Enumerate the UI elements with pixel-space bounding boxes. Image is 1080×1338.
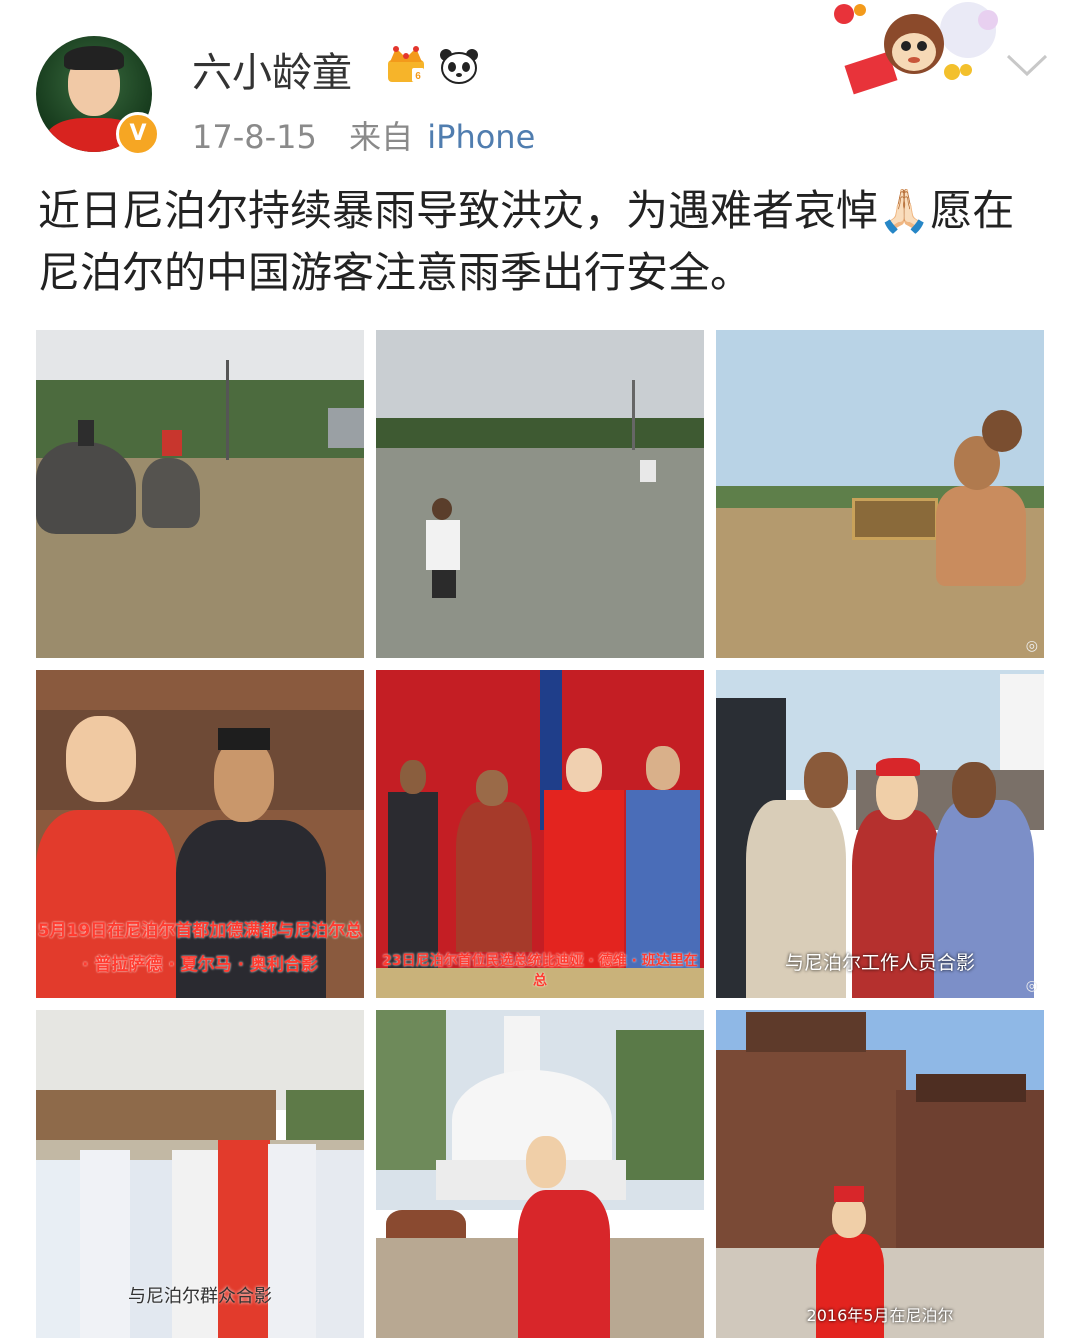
cap — [834, 1186, 864, 1202]
trees — [286, 1090, 364, 1140]
utility-pole — [226, 360, 229, 460]
utility-pole — [632, 380, 635, 450]
person-suit — [388, 792, 438, 968]
panda-icon[interactable] — [438, 46, 480, 86]
avatar-hair — [64, 46, 124, 70]
photo-2[interactable] — [376, 330, 704, 658]
photo-8[interactable] — [376, 1010, 704, 1338]
stupa-spire — [504, 1016, 540, 1076]
red-suit — [544, 790, 624, 968]
post-meta: 17-8-15 来自 iPhone — [192, 112, 535, 158]
chevron-down-icon[interactable] — [1004, 50, 1050, 80]
face — [832, 1196, 866, 1238]
face — [400, 760, 426, 794]
face — [214, 738, 274, 822]
monkey-decoration-icon — [834, 2, 998, 95]
crown-icon[interactable]: 6 — [384, 44, 428, 86]
photo-1[interactable] — [36, 330, 364, 658]
photo-caption: 23日尼泊尔首位民选总统比迪娅 · 德维 · 班达里在总 — [382, 953, 698, 989]
photo-caption: 5月19日在尼泊尔首都加德满都与尼泊尔总 — [37, 921, 363, 941]
face — [66, 716, 136, 802]
wooden-frame — [852, 498, 938, 540]
photo-grid: ◎ 5月19日在尼泊尔首都加德满都与尼泊尔总 · 普拉萨德 · 夏尔马 · 奥利… — [36, 330, 1044, 1338]
tree — [376, 1010, 446, 1170]
man-torso — [936, 486, 1026, 586]
person-red — [218, 1140, 270, 1338]
photo-5[interactable]: 23日尼泊尔首位民选总统比迪娅 · 德维 · 班达里在总 — [376, 670, 704, 998]
elephant — [36, 442, 136, 534]
username[interactable]: 六小龄童 — [192, 40, 352, 98]
face — [804, 752, 848, 808]
rider — [78, 420, 94, 446]
photo-caption: 2016年5月在尼泊尔 — [806, 1306, 954, 1325]
dhaka-topi-cap — [218, 728, 270, 750]
person-shirt — [426, 520, 460, 570]
blue-suit — [626, 790, 700, 968]
person-red — [518, 1190, 610, 1338]
photo-3[interactable]: ◎ — [716, 330, 1044, 658]
photo-sky — [376, 330, 704, 430]
person — [130, 1160, 176, 1338]
weibo-watermark: ◎ — [1025, 638, 1038, 654]
photo-4[interactable]: 5月19日在尼泊尔首都加德满都与尼泊尔总 · 普拉萨德 · 夏尔马 · 奥利合影 — [36, 670, 364, 998]
elephant — [142, 458, 200, 528]
verified-badge-icon: V — [116, 112, 160, 156]
temple — [716, 1050, 906, 1260]
person — [80, 1150, 130, 1338]
post-text: 近日尼泊尔持续暴雨导致洪灾，为遇难者哀悼🙏🏻愿在尼泊尔的中国游客注意雨季出行安全… — [38, 186, 1015, 297]
photo-caption: 与尼泊尔群众合影 — [128, 1286, 272, 1307]
person — [316, 1150, 364, 1338]
building — [36, 1090, 276, 1140]
photo-caption: 与尼泊尔工作人员合影 — [784, 952, 975, 974]
person-legs — [432, 570, 456, 598]
source-prefix: 来自 — [349, 118, 414, 156]
svg-text:6: 6 — [415, 71, 421, 82]
source-device-link[interactable]: iPhone — [427, 118, 535, 156]
face — [566, 748, 602, 792]
cap — [876, 758, 920, 776]
building — [328, 408, 364, 448]
temple-roof — [916, 1074, 1026, 1102]
temple — [896, 1090, 1044, 1260]
tree — [616, 1030, 704, 1180]
weibo-watermark: ◎ — [1025, 978, 1038, 994]
temple-roof — [746, 1012, 866, 1052]
face — [526, 1136, 566, 1188]
face — [952, 762, 996, 818]
treeline — [376, 418, 704, 448]
person-sari — [456, 802, 532, 952]
child-head — [982, 410, 1022, 452]
post-header: V 六小龄童 6 17-8-15 来自 iPhone — [0, 0, 1080, 170]
person-head — [432, 498, 452, 520]
photo-7[interactable]: 与尼泊尔群众合影 — [36, 1010, 364, 1338]
photo-9[interactable]: 2016年5月在尼泊尔 — [716, 1010, 1044, 1338]
rider — [162, 430, 182, 456]
person — [36, 1160, 86, 1338]
face — [646, 746, 680, 790]
person — [268, 1144, 316, 1338]
distant-person — [640, 460, 656, 482]
post-date: 17-8-15 — [192, 118, 317, 156]
face — [476, 770, 508, 806]
photo-6[interactable]: 与尼泊尔工作人员合影 ◎ — [716, 670, 1044, 998]
person — [172, 1150, 218, 1338]
photo-caption: · 普拉萨德 · 夏尔马 · 奥利合影 — [82, 955, 318, 975]
billboard — [1000, 674, 1044, 774]
